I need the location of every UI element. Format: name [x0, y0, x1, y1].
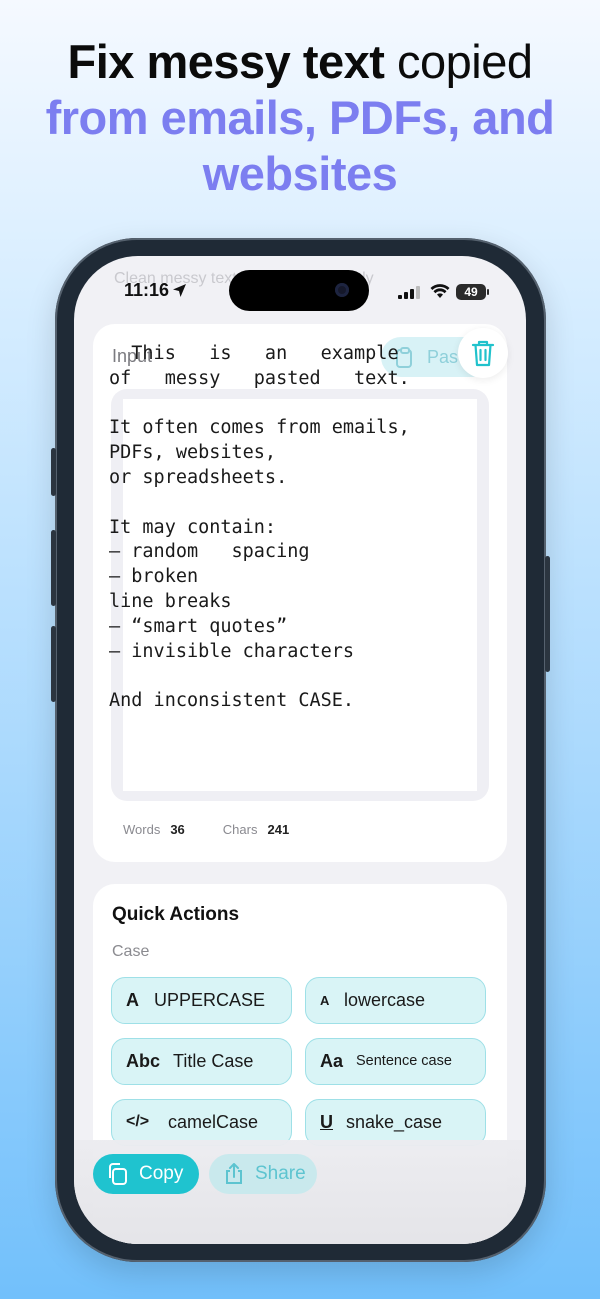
snake-case-label: snake_case: [346, 1112, 443, 1132]
uppercase-button[interactable]: A UPPERCASE: [111, 977, 292, 1024]
share-label: Share: [255, 1163, 306, 1184]
chars-count: 241: [267, 822, 290, 837]
share-icon: [226, 1163, 242, 1184]
share-button[interactable]: Share: [209, 1154, 317, 1194]
words-count: 36: [170, 822, 185, 837]
headline-regular: copied: [384, 35, 533, 88]
quick-actions-title: Quick Actions: [112, 904, 240, 925]
input-text: This is an example of messy pasted text.…: [109, 343, 410, 712]
volume-up-button: [51, 530, 56, 606]
dynamic-island: [229, 270, 369, 311]
copy-button[interactable]: Copy: [93, 1154, 199, 1194]
battery-indicator: 49: [456, 284, 489, 300]
power-button: [545, 556, 550, 672]
headline-line-3: websites: [202, 147, 398, 200]
camel-case-label: camelCase: [168, 1112, 259, 1132]
case-section-label: Case: [112, 943, 150, 960]
lowercase-label: lowercase: [344, 990, 426, 1010]
volume-down-button: [51, 626, 56, 702]
location-arrow-icon: [173, 284, 186, 297]
title-case-glyph-icon: Abc: [126, 1051, 161, 1071]
uppercase-glyph-icon: A: [126, 990, 139, 1010]
status-time: 11:16: [124, 280, 170, 300]
sentence-case-label: Sentence case: [356, 1053, 452, 1069]
snake-case-button[interactable]: U snake_case: [305, 1099, 486, 1146]
clear-button[interactable]: [458, 328, 508, 378]
phone-screen: Clean messy text & fix case instantly 11…: [74, 256, 526, 1244]
lowercase-glyph-icon: A: [320, 993, 330, 1008]
marketing-headline: Fix messy text copied from emails, PDFs,…: [0, 34, 600, 202]
copy-label: Copy: [139, 1163, 184, 1184]
words-label: Words: [123, 822, 161, 837]
mute-switch: [51, 448, 56, 496]
title-case-label: Title Case: [173, 1051, 254, 1071]
chars-label: Chars: [222, 822, 258, 837]
lowercase-button[interactable]: A lowercase: [305, 977, 486, 1024]
wifi-icon: [430, 284, 450, 298]
sentence-case-glyph-icon: Aa: [320, 1051, 344, 1071]
code-icon: </>: [126, 1113, 150, 1130]
sentence-case-button[interactable]: Aa Sentence case: [305, 1038, 486, 1085]
trash-icon: [471, 340, 495, 367]
signal-icon: [398, 286, 420, 299]
headline-line-2: from emails, PDFs, and: [45, 91, 555, 144]
text-stats: Words 36 Chars 241: [123, 822, 289, 837]
copy-icon: [109, 1163, 127, 1185]
uppercase-label: UPPERCASE: [154, 990, 266, 1010]
headline-bold: Fix messy text: [67, 35, 385, 88]
camel-case-button[interactable]: </> camelCase: [111, 1099, 292, 1146]
underline-icon: U: [320, 1112, 333, 1132]
camera-icon: [335, 283, 349, 297]
title-case-button[interactable]: Abc Title Case: [111, 1038, 292, 1085]
bottom-action-bar: Copy Share: [74, 1140, 526, 1244]
